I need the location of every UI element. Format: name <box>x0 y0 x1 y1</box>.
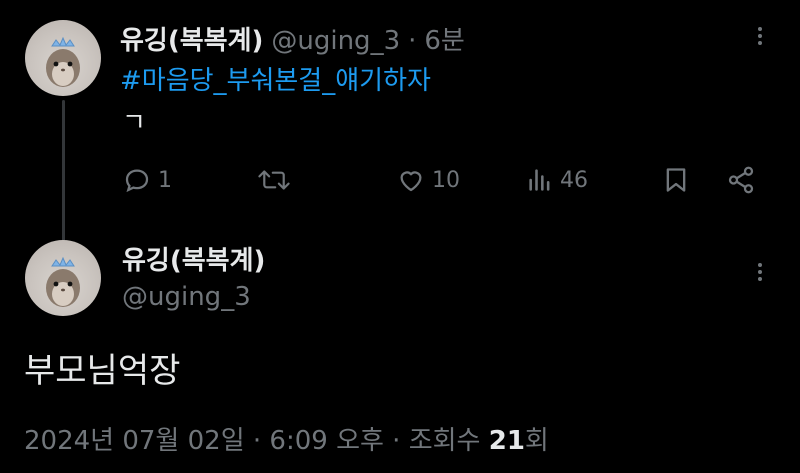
like-action[interactable]: 10 <box>396 165 460 195</box>
time-ago[interactable]: 6분 <box>424 20 464 57</box>
reply-icon <box>125 169 149 193</box>
retweet-action[interactable] <box>257 165 291 195</box>
views-action[interactable]: 46 <box>526 165 588 195</box>
separator: · <box>408 26 417 56</box>
reply-count: 1 <box>158 167 172 193</box>
bookmark-icon <box>666 168 686 192</box>
thread-line <box>62 100 65 242</box>
view-count: 46 <box>560 167 588 193</box>
hamster-avatar-image <box>46 256 80 307</box>
views-icon <box>529 169 550 191</box>
share-icon <box>728 166 754 194</box>
bookmark-action[interactable] <box>662 165 690 195</box>
avatar[interactable] <box>25 20 101 96</box>
display-name[interactable]: 유깅(복복계) <box>120 20 263 57</box>
more-icon <box>758 263 762 281</box>
like-icon <box>400 171 422 192</box>
share-action[interactable] <box>726 165 756 195</box>
more-icon <box>758 27 762 45</box>
hashtag-link[interactable]: #마음당_부숴본걸_얘기하자 <box>120 60 431 97</box>
tweet-text: 부모님억장 <box>24 351 181 391</box>
display-name[interactable]: 유깅(복복계) <box>122 240 265 277</box>
reply-header: 유깅(복복계) @uging_3 · 6분 <box>120 20 465 57</box>
view-count: 21 <box>488 426 525 456</box>
like-count: 10 <box>432 167 460 193</box>
handle[interactable]: @uging_3 <box>122 282 251 312</box>
reply-action[interactable]: 1 <box>122 165 172 195</box>
handle[interactable]: @uging_3 <box>271 26 400 56</box>
hamster-avatar-image <box>46 36 80 87</box>
reply-text: ㄱ <box>122 108 146 138</box>
tweet-meta: 2024년 07월 02일 · 6:09 오후 · 조회수 21회 <box>24 420 549 457</box>
retweet-icon <box>258 170 290 190</box>
more-button[interactable] <box>748 260 772 288</box>
views-suffix: 회 <box>524 426 549 456</box>
avatar[interactable] <box>25 240 101 316</box>
tweet-datetime[interactable]: 2024년 07월 02일 · 6:09 오후 · 조회수 <box>24 426 489 456</box>
more-button[interactable] <box>748 24 772 52</box>
